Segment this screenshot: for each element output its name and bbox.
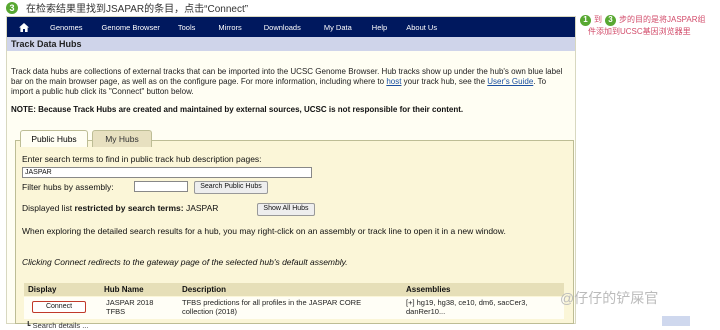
col-assemblies: Assemblies [406, 285, 451, 294]
corner-button [662, 316, 690, 326]
nav-about-us[interactable]: About Us [406, 23, 437, 32]
col-display: Display [28, 285, 57, 294]
displayed-term: JASPAR [183, 203, 219, 213]
search-details-label: Search details ... [32, 321, 89, 330]
step-number-badge: 3 [6, 1, 18, 14]
nav-my-data[interactable]: My Data [324, 23, 352, 32]
displayed-bold: restricted by search terms: [74, 203, 184, 213]
hubs-table-header: Display Hub Name Description Assemblies [24, 283, 564, 296]
home-icon[interactable] [13, 22, 35, 32]
filter-assembly-label: Filter hubs by assembly: [22, 182, 114, 192]
hubs-tab-panel: Public Hubs My Hubs Enter search terms t… [15, 130, 574, 330]
displayed-list-line: Displayed list restricted by search term… [22, 203, 218, 213]
tab-public-hubs[interactable]: Public Hubs [20, 130, 88, 147]
displayed-prefix: Displayed list [22, 203, 75, 213]
assembly-filter-input[interactable] [134, 181, 188, 192]
host-link[interactable]: host [386, 77, 401, 86]
nav-help[interactable]: Help [372, 23, 387, 32]
col-description: Description [182, 285, 227, 294]
show-all-hubs-button[interactable]: Show All Hubs [257, 203, 315, 216]
annotation-badge-1: 1 [580, 14, 591, 26]
page-title: Track Data Hubs [7, 37, 575, 51]
search-details-toggle[interactable]: ┗ Search details ... [26, 321, 88, 330]
annotation-line-2: 件添加到UCSC基因浏览器里 [588, 27, 691, 36]
search-public-hubs-button[interactable]: Search Public Hubs [194, 181, 268, 194]
step-header: 3 在检索结果里找到JSAPAR的条目，点击“Connect” [0, 0, 248, 15]
nav-mirrors[interactable]: Mirrors [218, 23, 241, 32]
nav-downloads[interactable]: Downloads [264, 23, 301, 32]
annotation-text-1: 步的目的是将JASPAR组 [619, 15, 706, 24]
step-instruction: 在检索结果里找到JSAPAR的条目，点击“Connect” [26, 4, 249, 15]
tab-my-hubs[interactable]: My Hubs [92, 130, 152, 147]
browser-page: Genomes Genome Browser Tools Mirrors Dow… [6, 16, 576, 330]
users-guide-link[interactable]: User's Guide [487, 77, 533, 86]
annotation-to: 到 [594, 15, 602, 24]
hub-name-cell: JASPAR 2018 TFBS [106, 298, 154, 316]
connect-redirect-hint: Clicking Connect redirects to the gatewa… [22, 257, 348, 267]
intro-part2: your track hub, see the [401, 77, 488, 86]
connect-button[interactable]: Connect [32, 301, 86, 313]
assemblies-cell[interactable]: [+] hg19, hg38, ce10, dm6, sacCer3, danR… [406, 298, 562, 316]
nav-tools[interactable]: Tools [178, 23, 196, 32]
nav-genomes[interactable]: Genomes [50, 23, 83, 32]
watermark: @仔仔的铲屎官 [560, 290, 659, 306]
disclaimer-note: NOTE: Because Track Hubs are created and… [11, 105, 464, 114]
top-navbar: Genomes Genome Browser Tools Mirrors Dow… [7, 17, 575, 37]
search-prompt: Enter search terms to find in public tra… [22, 154, 262, 164]
nav-genome-browser[interactable]: Genome Browser [102, 23, 160, 32]
side-annotation: 1 到 3 步的目的是将JASPAR组 件添加到UCSC基因浏览器里 [580, 14, 720, 38]
annotation-badge-3: 3 [605, 14, 616, 26]
intro-text: Track data hubs are collections of exter… [11, 67, 567, 97]
explore-hint: When exploring the detailed search resul… [22, 226, 506, 236]
tree-branch-icon: ┗ [26, 321, 33, 330]
col-hub-name: Hub Name [104, 285, 144, 294]
description-cell: TFBS predictions for all profiles in the… [182, 298, 362, 316]
annotation-line-1: 1 到 3 步的目的是将JASPAR组 [580, 14, 720, 26]
table-row: Connect JASPAR 2018 TFBS TFBS prediction… [24, 297, 564, 319]
search-input[interactable]: JASPAR [22, 167, 312, 178]
